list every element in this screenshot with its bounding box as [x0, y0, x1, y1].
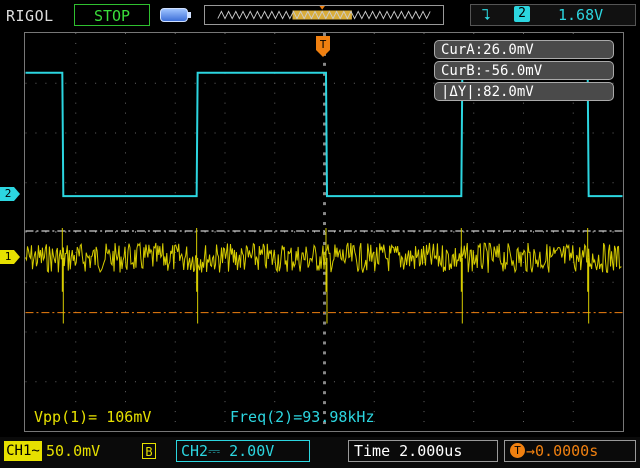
ch2-coupling-icon: ⎓	[208, 442, 221, 460]
brand-logo: RIGOL	[6, 7, 54, 25]
trigger-offset: →0.0000s	[526, 442, 599, 460]
ch1-label: CH1	[6, 443, 32, 459]
ch2-marker-label: 2	[4, 187, 12, 200]
ch1-button[interactable]: CH1~	[4, 441, 42, 461]
freq-measurement: Freq(2)=93.98kHz	[230, 408, 375, 426]
ch1-coupling-icon: ~	[31, 443, 40, 459]
ch2-settings: CH2⎓ 2.00V	[181, 441, 274, 461]
time-scale: 2.000us	[399, 442, 463, 460]
falling-edge-icon: ⮧	[482, 6, 491, 24]
time-label: Time	[354, 442, 391, 460]
trigger-marker-label: T	[319, 38, 327, 51]
ch2-scale: 2.00V	[229, 442, 275, 460]
cursor-a-readout: CurA:26.0mV	[434, 40, 614, 59]
run-stop-status[interactable]: STOP	[74, 4, 150, 26]
cursor-delta-readout: |ΔY|:82.0mV	[434, 82, 614, 101]
battery-icon	[160, 8, 191, 22]
ch2-label: CH2	[181, 442, 209, 460]
vpp-measurement: Vpp(1)= 106mV	[34, 408, 152, 426]
cursor-b-readout: CurB:-56.0mV	[434, 61, 614, 80]
ch1-scale[interactable]: 50.0mV	[46, 441, 100, 461]
timebase-settings: Time 2.000us	[354, 441, 462, 461]
bandwidth-limit-badge: B	[142, 443, 156, 459]
ch1-marker-label: 1	[4, 250, 12, 263]
trigger-source-badge: 2	[514, 6, 530, 22]
trigger-offset-icon: T	[510, 443, 525, 458]
trigger-info-panel[interactable]	[470, 4, 636, 26]
trigger-level: 1.68V	[558, 6, 604, 24]
memory-depth-bar[interactable]	[204, 5, 444, 25]
trigger-position-pointer	[319, 6, 325, 10]
